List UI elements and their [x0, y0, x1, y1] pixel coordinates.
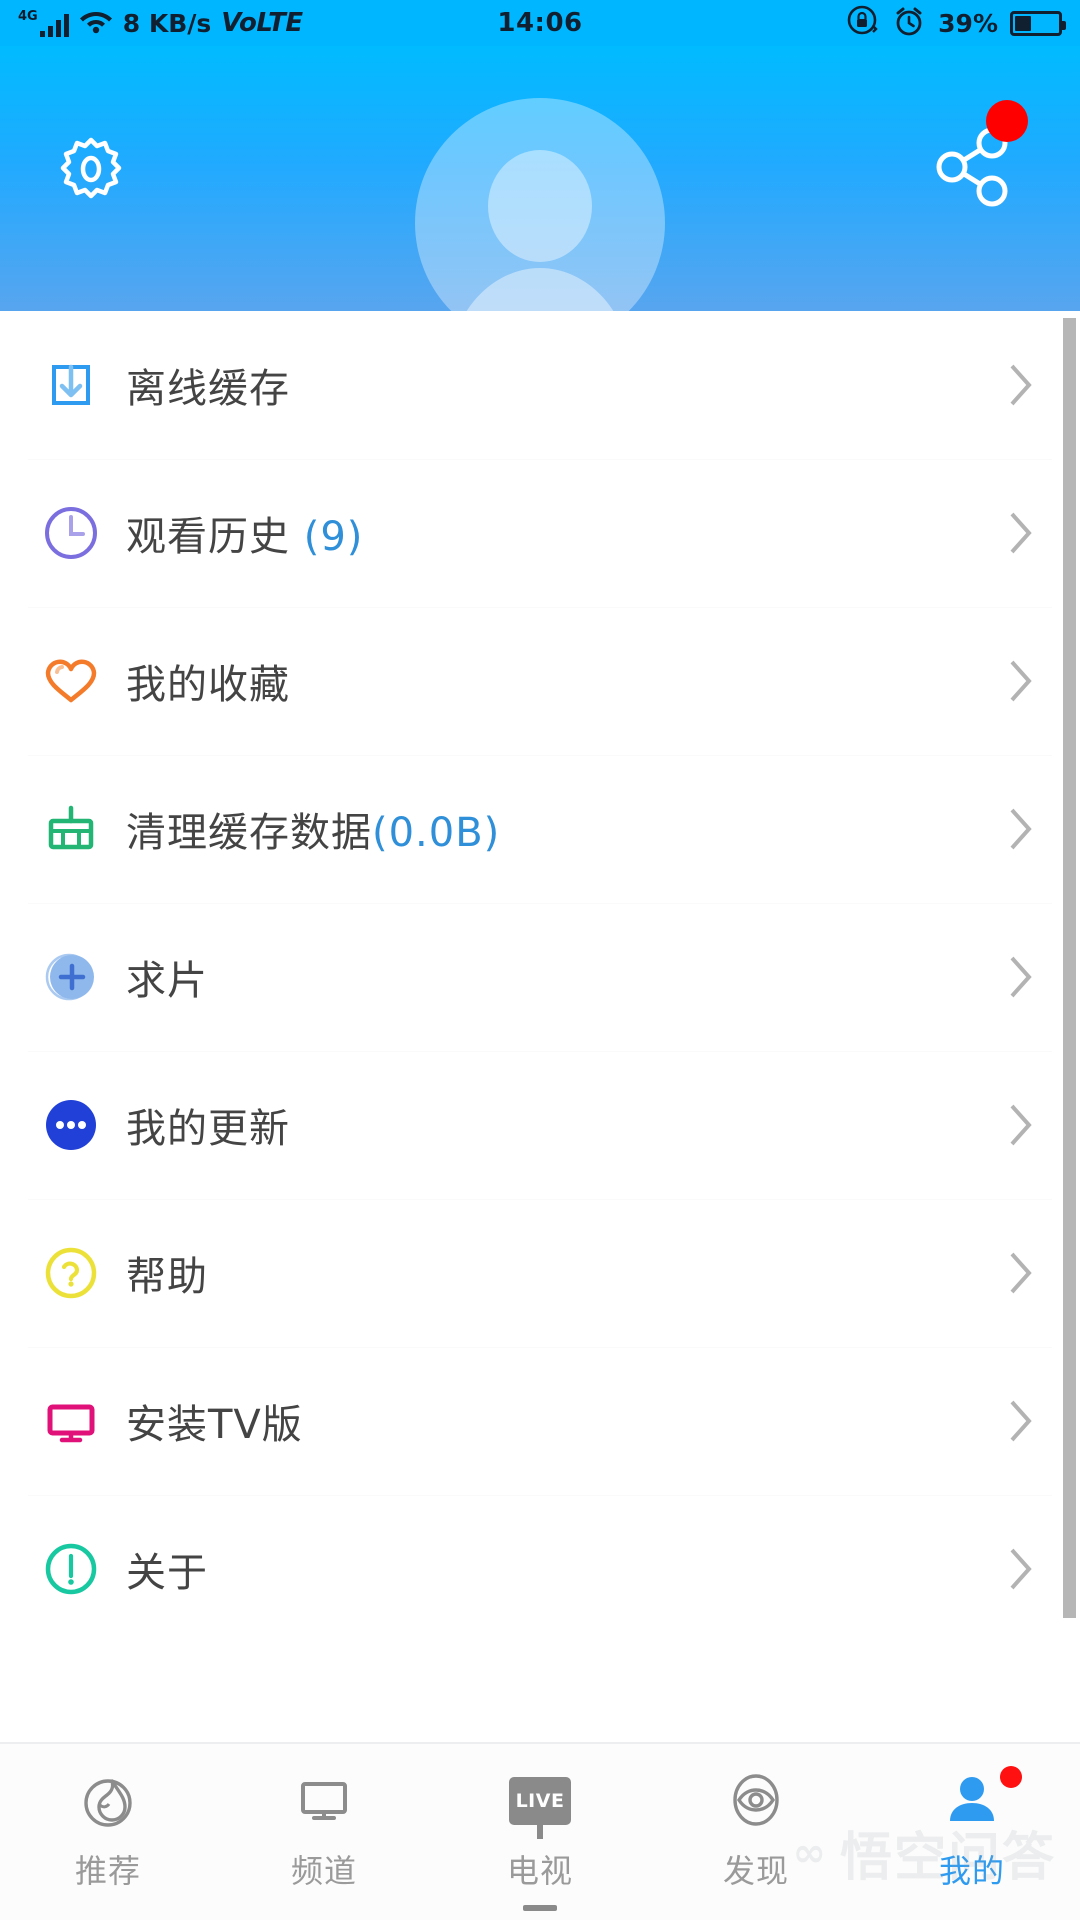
gear-icon[interactable] — [48, 126, 134, 212]
menu-item-label: 观看历史 (9) — [126, 514, 364, 560]
menu-item-label: 关于 — [126, 1550, 208, 1596]
chevron-right-icon — [1008, 1102, 1034, 1148]
mine-notification-badge — [1000, 1766, 1022, 1788]
nav-item-channels[interactable]: 频道 — [216, 1744, 432, 1892]
download-box-icon — [28, 354, 114, 416]
chevron-right-icon — [1008, 658, 1034, 704]
monitor-icon — [294, 1770, 354, 1832]
chevron-right-icon — [1008, 806, 1034, 852]
clock-icon — [28, 502, 114, 564]
status-bar-right: 39% — [846, 4, 1066, 42]
menu-item-label: 帮助 — [126, 1254, 208, 1300]
status-bar: 4G 8 KB/s VoLTE 14:06 39% — [0, 0, 1080, 46]
nav-item-discover[interactable]: 发现 — [648, 1744, 864, 1892]
menu-item-label: 安装TV版 — [126, 1402, 303, 1448]
vertical-scrollbar[interactable] — [1063, 318, 1076, 1618]
bottom-navigation-bar: 推荐 频道 LIVE 电视 发现 我的 — [0, 1742, 1080, 1920]
menu-item-my-favorites[interactable]: 我的收藏 — [0, 607, 1080, 755]
menu-item-about[interactable]: 关于 — [0, 1495, 1080, 1643]
menu-item-watch-history[interactable]: 观看历史 (9) — [0, 459, 1080, 607]
person-icon — [942, 1770, 1002, 1832]
avatar-placeholder[interactable] — [415, 98, 665, 311]
menu-item-request-video[interactable]: 求片 — [0, 903, 1080, 1051]
menu-item-label: 清理缓存数据(0.0B) — [126, 810, 501, 856]
heart-icon — [28, 650, 114, 712]
nav-item-label: 推荐 — [74, 1852, 141, 1890]
rotation-lock-icon — [846, 4, 880, 42]
menu-item-label: 离线缓存 — [126, 366, 290, 412]
chevron-right-icon — [1008, 510, 1034, 556]
menu-item-offline-cache[interactable]: 离线缓存 — [0, 311, 1080, 459]
profile-header — [0, 46, 1080, 311]
nav-item-recommend[interactable]: 推荐 — [0, 1744, 216, 1892]
chevron-right-icon — [1008, 362, 1034, 408]
info-circle-icon — [28, 1538, 114, 1600]
menu-item-label: 我的收藏 — [126, 662, 290, 708]
menu-item-install-tv[interactable]: 安装TV版 — [0, 1347, 1080, 1495]
menu-item-clear-cache[interactable]: 清理缓存数据(0.0B) — [0, 755, 1080, 903]
tv-icon — [28, 1390, 114, 1452]
menu-item-label: 求片 — [126, 958, 208, 1004]
live-tv-icon: LIVE — [509, 1770, 571, 1911]
chevron-right-icon — [1008, 1398, 1034, 1444]
chevron-right-icon — [1008, 1546, 1034, 1592]
alarm-clock-icon — [892, 4, 926, 42]
battery-percent-label: 39% — [938, 8, 998, 38]
chevron-right-icon — [1008, 954, 1034, 1000]
flame-icon — [78, 1770, 138, 1832]
nav-item-mine[interactable]: 我的 — [864, 1744, 1080, 1892]
nav-item-tv[interactable]: LIVE 电视 — [432, 1744, 648, 1911]
nav-item-label: 发现 — [722, 1852, 789, 1890]
chevron-right-icon — [1008, 1250, 1034, 1296]
question-circle-icon — [28, 1242, 114, 1304]
nav-item-label: 频道 — [290, 1852, 357, 1890]
app-screen: 4G 8 KB/s VoLTE 14:06 39% 离线缓存 观看历史 (9) … — [0, 0, 1080, 1920]
share-notification-badge — [986, 100, 1028, 142]
menu-item-label: 我的更新 — [126, 1106, 290, 1152]
more-dots-icon — [28, 1094, 114, 1156]
settings-menu-list: 离线缓存 观看历史 (9) 我的收藏 清理缓存数据(0.0B) 求片 我的更新 … — [0, 311, 1080, 1741]
nav-item-label: 电视 — [506, 1852, 573, 1890]
battery-icon — [1010, 10, 1066, 36]
menu-item-my-updates[interactable]: 我的更新 — [0, 1051, 1080, 1199]
eye-icon — [726, 1770, 786, 1832]
nav-item-label: 我的 — [938, 1852, 1005, 1890]
menu-item-help[interactable]: 帮助 — [0, 1199, 1080, 1347]
live-badge-label: LIVE — [509, 1777, 571, 1825]
plus-circle-icon — [28, 946, 114, 1008]
broom-icon — [28, 798, 114, 860]
